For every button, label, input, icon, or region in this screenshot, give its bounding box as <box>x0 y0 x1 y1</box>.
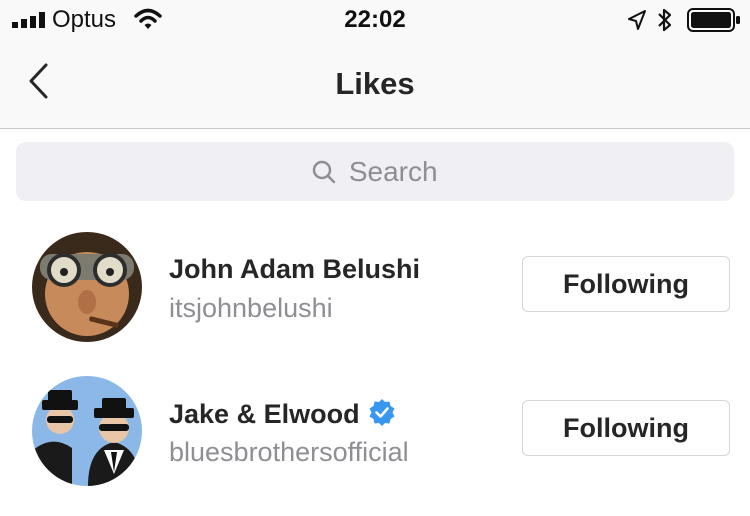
search-icon <box>313 160 336 184</box>
user-name: Jake & Elwood <box>169 399 360 429</box>
bluetooth-icon <box>658 8 672 32</box>
following-button[interactable]: Following <box>522 256 730 312</box>
verified-badge-icon <box>369 399 395 426</box>
user-handle: itsjohnbelushi <box>169 293 333 323</box>
location-arrow-icon <box>628 10 646 30</box>
avatar[interactable] <box>32 232 142 342</box>
list-item[interactable]: John Adam Belushi itsjohnbelushi Followi… <box>0 216 750 360</box>
following-button[interactable]: Following <box>522 400 730 456</box>
page-title: Likes <box>335 66 415 101</box>
user-name: John Adam Belushi <box>169 254 421 284</box>
user-handle: bluesbrothersofficial <box>169 437 409 467</box>
search-placeholder: Search <box>348 156 438 187</box>
search-input[interactable]: Search <box>16 142 734 201</box>
list-item[interactable]: Jake & Elwood bluesbrothersofficial Foll… <box>0 360 750 504</box>
navigation-bar: Likes <box>0 40 750 129</box>
user-name-row: Jake & Elwood <box>169 398 396 430</box>
status-bar: Optus 22:02 <box>0 0 750 40</box>
avatar[interactable] <box>32 376 142 486</box>
battery-icon <box>687 8 740 32</box>
